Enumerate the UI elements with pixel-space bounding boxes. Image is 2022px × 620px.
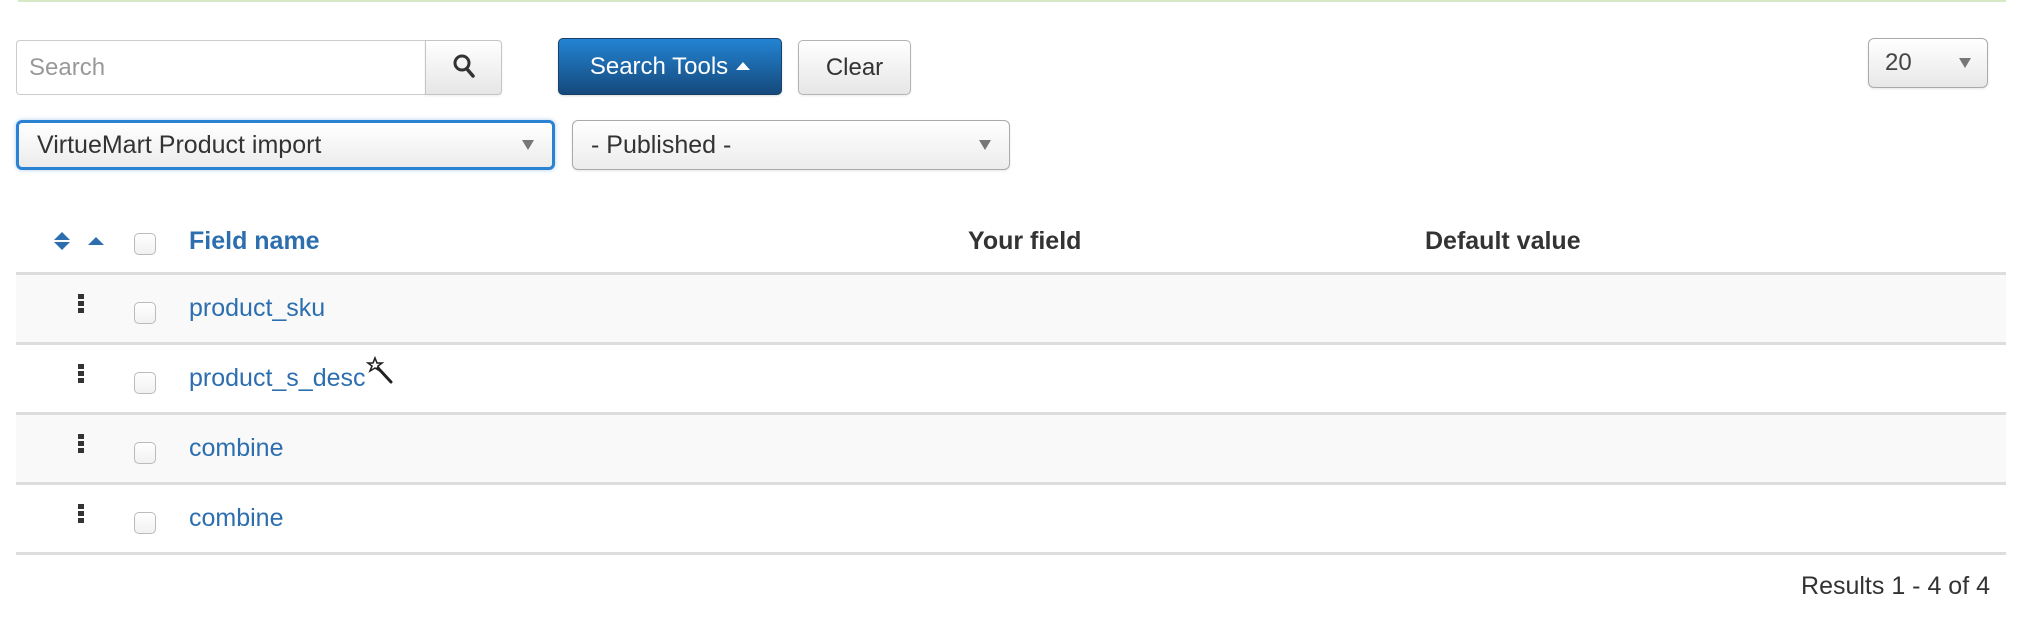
row-checkbox[interactable] [134,511,156,534]
field-name-link[interactable]: product_s_desc [189,364,366,393]
ordering-header [40,210,104,272]
sort-icon[interactable] [54,232,70,250]
form-filter-value: VirtueMart Product import [37,130,322,159]
magic-wand-icon [365,355,394,389]
chevron-down-icon [522,140,534,150]
form-filter-select[interactable]: VirtueMart Product import [16,120,555,170]
published-filter-select[interactable]: - Published - [572,120,1010,170]
published-filter-value: - Published - [591,130,732,159]
table-header: Field name Your field Default value [16,210,2006,275]
field-name-header[interactable]: Field name [189,227,320,256]
list-limit-select[interactable]: 20 [1868,38,1988,88]
field-name-link[interactable]: product_sku [189,294,325,323]
chevron-down-icon [1959,58,1971,68]
table-row: combine [16,485,2006,555]
table-row: product_s_desc [16,345,2006,415]
select-all-checkbox[interactable] [134,233,156,255]
search-tools-button[interactable]: Search Tools [558,38,782,95]
sort-asc-icon[interactable] [88,237,104,245]
table-row: combine [16,415,2006,485]
drag-handle-icon[interactable] [78,504,84,523]
drag-handle-icon[interactable] [78,434,84,453]
search-icon [452,53,476,82]
row-checkbox[interactable] [134,371,156,394]
table-row: product_sku [16,275,2006,345]
clear-label: Clear [825,53,884,81]
your-field-header: Your field [968,226,1082,255]
search-tools-label: Search Tools [589,52,729,80]
field-name-link[interactable]: combine [189,504,284,533]
row-checkbox[interactable] [134,441,156,464]
search-input[interactable] [16,40,425,95]
caret-up-icon [736,61,751,70]
page: Search Tools Clear 20 VirtueMart Product… [0,0,2022,620]
drag-handle-icon[interactable] [78,294,84,313]
field-name-link[interactable]: combine [189,434,284,463]
default-value-header: Default value [1425,226,1581,255]
message-border [18,0,2006,2]
fields-table: Field name Your field Default value prod… [16,210,2006,555]
clear-button[interactable]: Clear [798,40,911,95]
search-button[interactable] [425,40,502,95]
drag-handle-icon[interactable] [78,364,84,383]
row-checkbox[interactable] [134,301,156,324]
list-limit-value: 20 [1885,49,1912,76]
chevron-down-icon [979,140,991,150]
results-counter: Results 1 - 4 of 4 [1801,572,1990,600]
